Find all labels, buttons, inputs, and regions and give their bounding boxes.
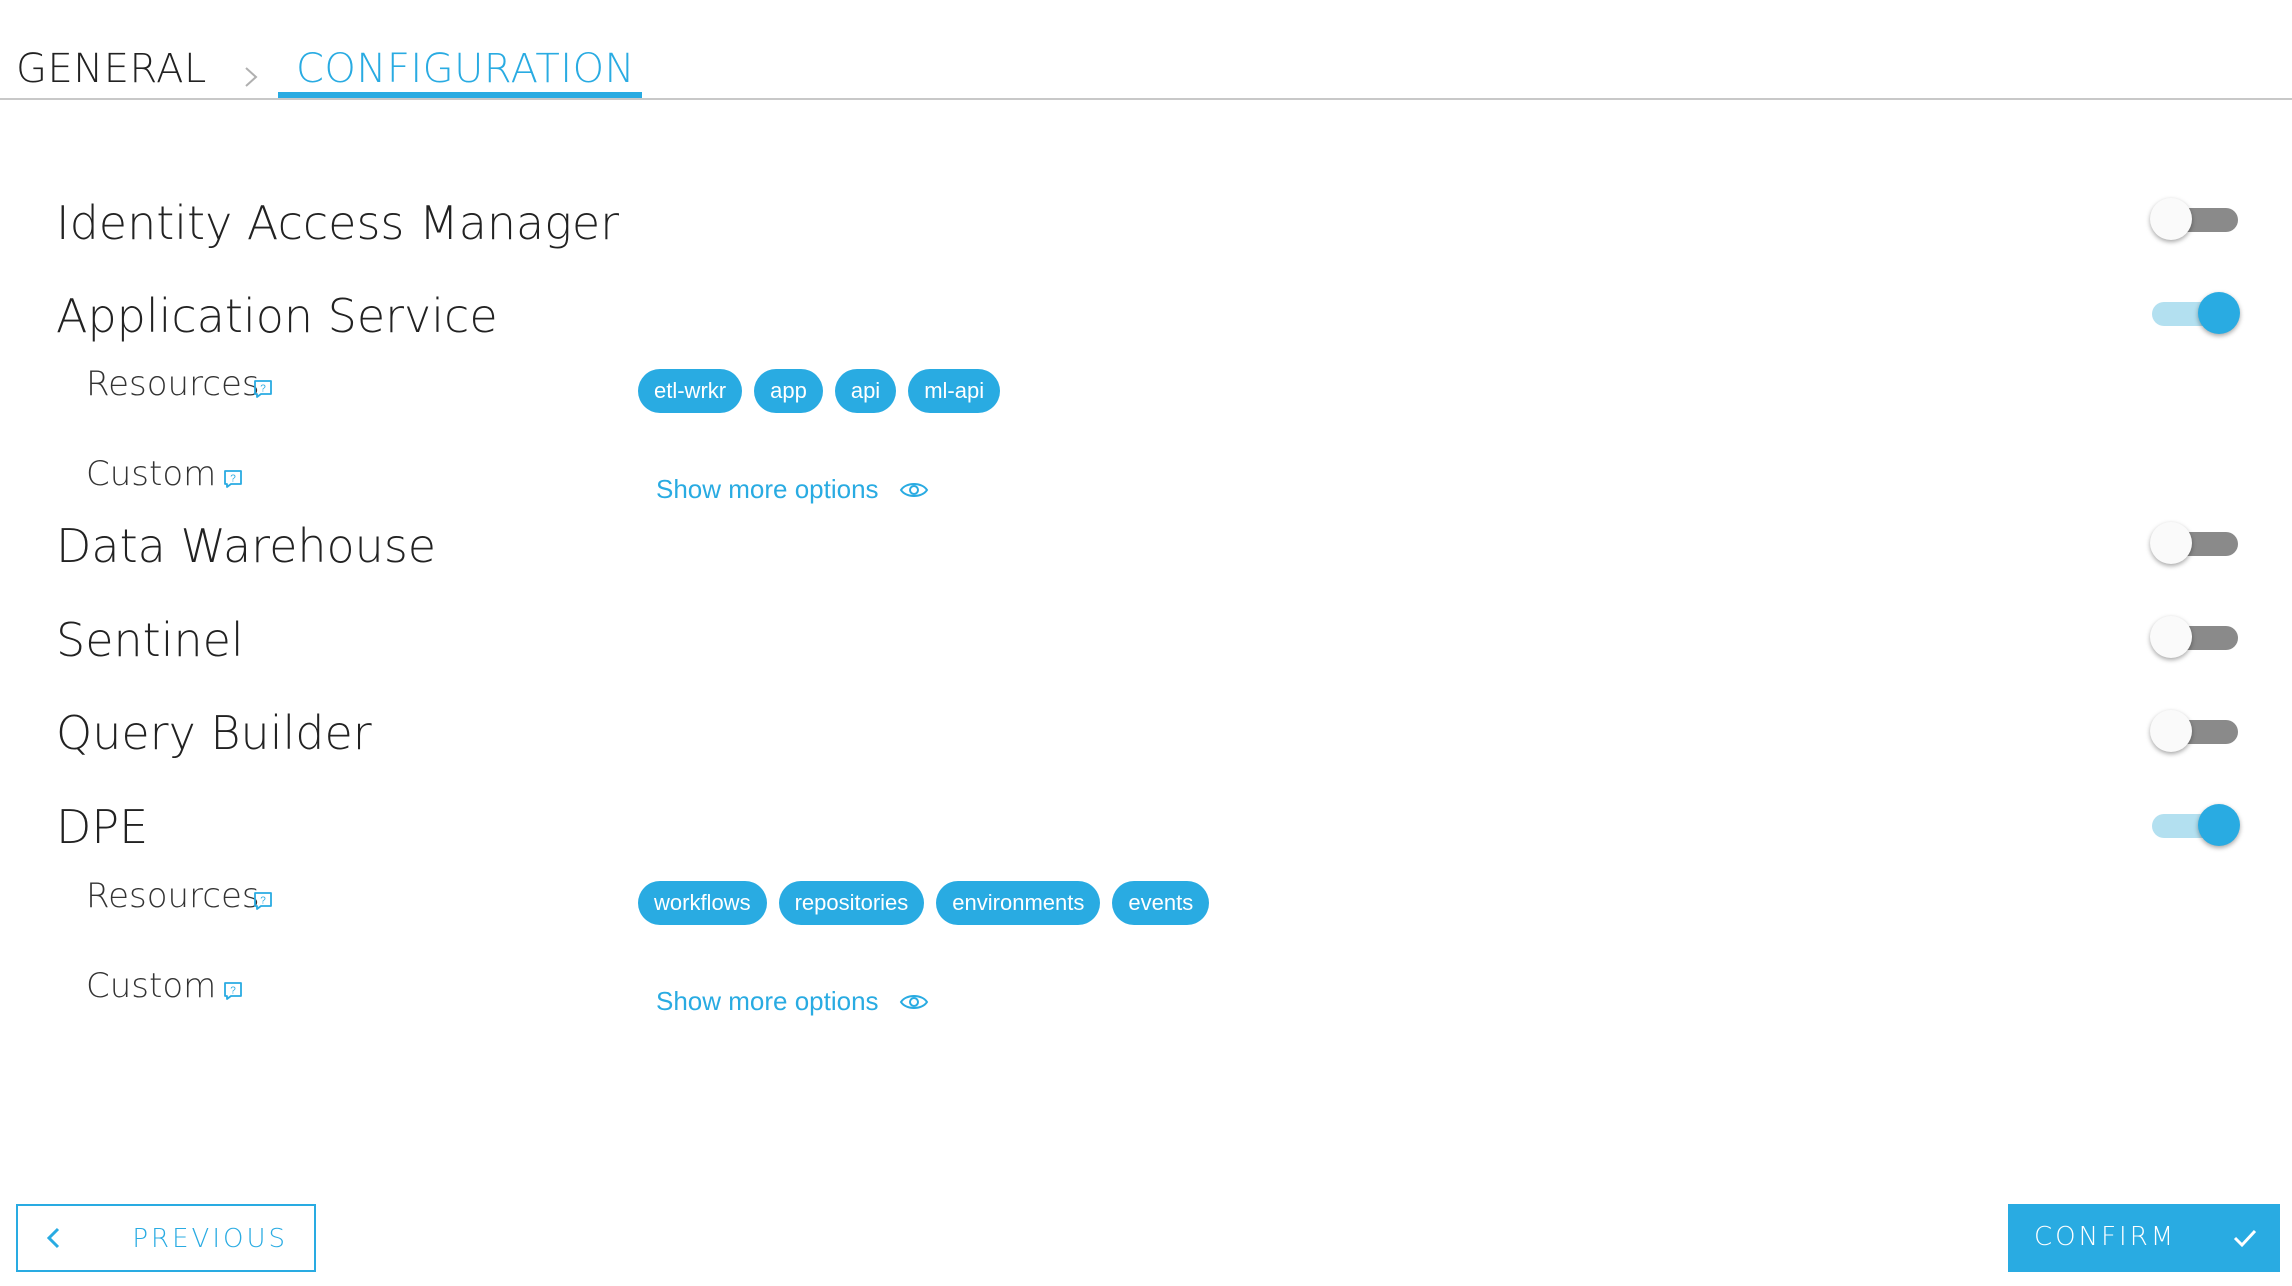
toggle-knob (2150, 710, 2192, 752)
resource-chip[interactable]: api (834, 369, 897, 413)
help-icon[interactable]: ? (252, 890, 274, 912)
application-service-resource-chips: etl-wrkr app api ml-api (638, 369, 1001, 413)
service-title-application-service: Application Service (56, 289, 498, 343)
application-service-resources-label: Resources (86, 364, 260, 404)
wizard-tabs: GENERAL CONFIGURATION (0, 0, 2292, 100)
service-title-query-builder: Query Builder (56, 706, 372, 760)
show-more-label: Show more options (656, 986, 879, 1016)
dpe-resources-label: Resources (86, 876, 260, 916)
application-service-custom-label: Custom (86, 454, 217, 494)
service-title-sentinel: Sentinel (56, 613, 244, 667)
toggle-application-service[interactable] (2150, 290, 2240, 338)
toggle-dpe[interactable] (2150, 802, 2240, 850)
svg-text:?: ? (230, 986, 236, 997)
previous-button[interactable]: PREVIOUS (16, 1204, 316, 1272)
chevron-left-icon (46, 1227, 60, 1249)
dpe-show-more-link[interactable]: Show more options (656, 986, 929, 1017)
service-title-dpe: DPE (56, 800, 149, 854)
toggle-knob (2150, 616, 2192, 658)
confirm-button[interactable]: CONFIRM (2008, 1204, 2280, 1272)
resource-chip[interactable]: environments (936, 881, 1101, 925)
dpe-custom-label: Custom (86, 966, 217, 1006)
toggle-knob (2150, 198, 2192, 240)
resource-chip[interactable]: etl-wrkr (638, 369, 743, 413)
resource-chip[interactable]: repositories (778, 881, 925, 925)
toggle-identity-access-manager[interactable] (2150, 196, 2240, 244)
toggle-sentinel[interactable] (2150, 614, 2240, 662)
tab-configuration[interactable]: CONFIGURATION (296, 46, 635, 92)
dpe-resource-chips: workflows repositories environments even… (638, 881, 1210, 925)
help-icon[interactable]: ? (222, 980, 244, 1002)
confirm-button-label: CONFIRM (2034, 1222, 2177, 1252)
eye-icon (899, 994, 928, 1009)
resource-chip[interactable]: events (1112, 881, 1210, 925)
previous-button-label: PREVIOUS (132, 1224, 288, 1254)
application-service-show-more-link[interactable]: Show more options (656, 474, 929, 505)
service-title-identity-access-manager: Identity Access Manager (56, 196, 620, 250)
toggle-knob (2198, 804, 2240, 846)
svg-text:?: ? (230, 474, 236, 485)
toggle-query-builder[interactable] (2150, 708, 2240, 756)
active-tab-indicator (278, 92, 642, 98)
help-icon[interactable]: ? (222, 468, 244, 490)
svg-text:?: ? (260, 384, 266, 395)
chevron-right-icon (245, 67, 258, 87)
resource-chip[interactable]: app (754, 369, 823, 413)
resource-chip[interactable]: workflows (638, 881, 767, 925)
toggle-knob (2150, 522, 2192, 564)
help-icon[interactable]: ? (252, 378, 274, 400)
show-more-label: Show more options (656, 474, 879, 504)
tab-general[interactable]: GENERAL (16, 46, 207, 92)
eye-icon (899, 482, 928, 497)
service-title-data-warehouse: Data Warehouse (56, 519, 437, 573)
toggle-data-warehouse[interactable] (2150, 520, 2240, 568)
resource-chip[interactable]: ml-api (908, 369, 1001, 413)
toggle-knob (2198, 292, 2240, 334)
check-icon (2233, 1229, 2257, 1248)
svg-text:?: ? (260, 896, 266, 907)
